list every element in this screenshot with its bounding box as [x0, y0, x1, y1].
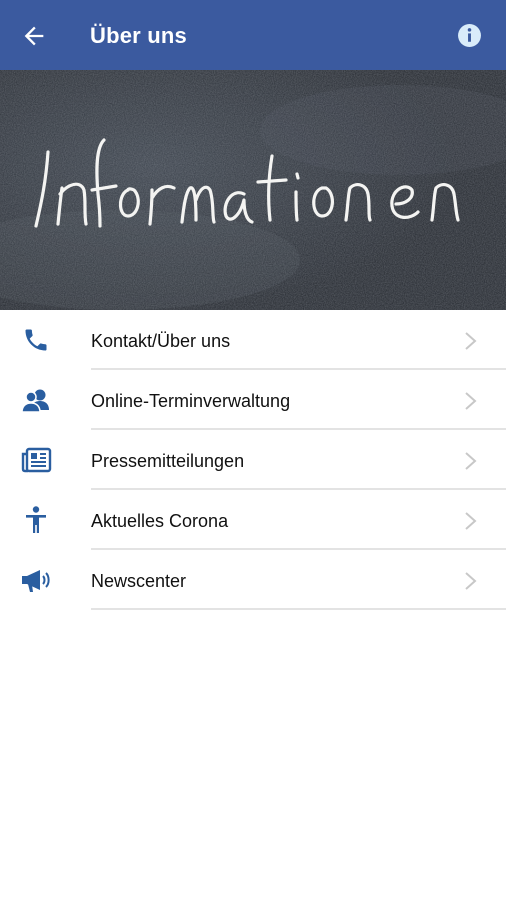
chevron-right-icon [465, 392, 477, 410]
chevron-right-icon [465, 572, 477, 590]
chevron-right-icon [465, 512, 477, 530]
menu-item-pressemitteilungen[interactable]: Pressemitteilungen [0, 430, 506, 490]
chevron-right-icon [465, 332, 477, 350]
menu-item-label: Online-Terminverwaltung [91, 391, 291, 411]
menu-item-newscenter[interactable]: Newscenter [0, 550, 506, 610]
page-title: Über uns [90, 23, 187, 48]
divider [91, 608, 506, 610]
menu-item-label: Kontakt/Über uns [91, 331, 231, 351]
menu-item-label: Aktuelles Corona [91, 511, 229, 531]
info-icon[interactable] [457, 23, 482, 48]
newspaper-icon [21, 447, 52, 473]
person-icon [26, 506, 46, 533]
people-icon [21, 389, 49, 413]
app-bar: Über uns [0, 0, 506, 70]
megaphone-icon [22, 570, 50, 592]
informationen-banner [0, 70, 506, 310]
back-arrow-icon[interactable] [20, 22, 48, 50]
chevron-right-icon [465, 452, 477, 470]
menu-list: Kontakt/Über uns Online-Terminverwaltung [0, 310, 506, 610]
menu-item-label: Newscenter [91, 571, 187, 591]
menu-item-label: Pressemitteilungen [91, 451, 245, 471]
menu-item-aktuelles-corona[interactable]: Aktuelles Corona [0, 490, 506, 550]
menu-item-kontakt[interactable]: Kontakt/Über uns [0, 310, 506, 370]
phone-icon [25, 329, 47, 351]
menu-item-online-terminverwaltung[interactable]: Online-Terminverwaltung [0, 370, 506, 430]
